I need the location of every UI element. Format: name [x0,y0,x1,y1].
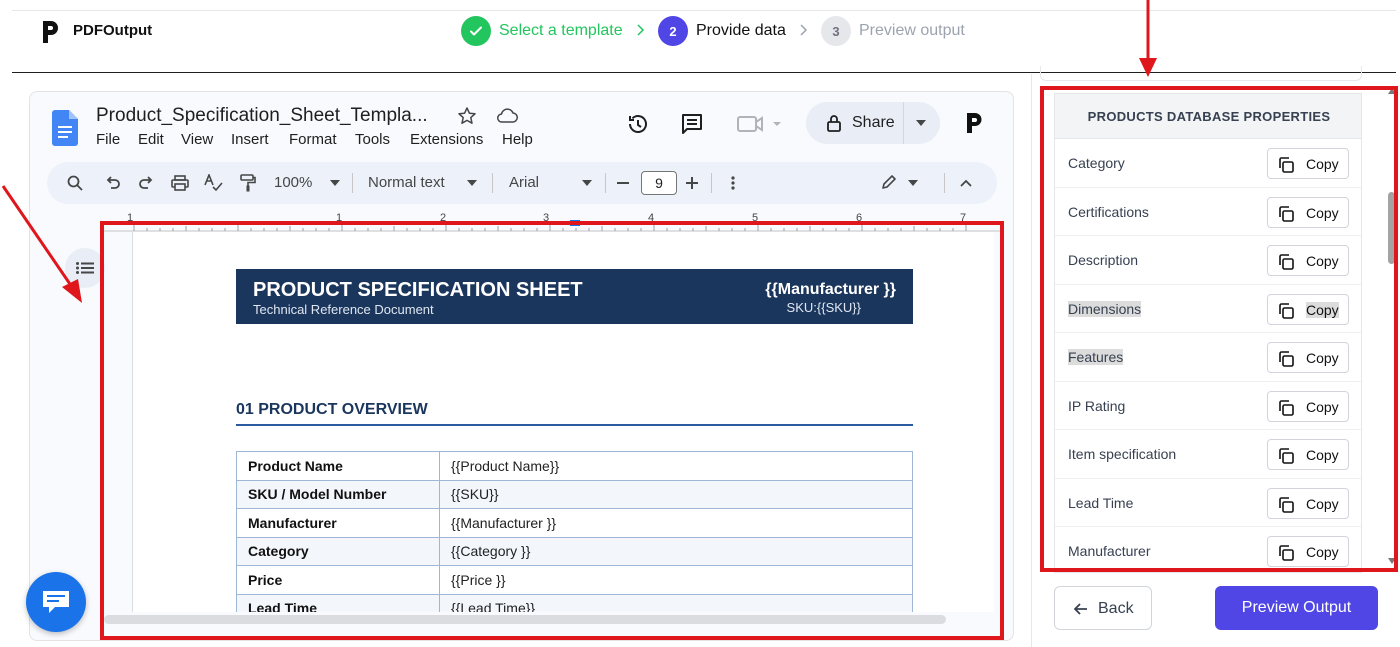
step-provide-data[interactable]: 2 Provide data [658,16,786,46]
plus-icon[interactable] [686,177,698,189]
menu-tools[interactable]: Tools [355,131,390,148]
divider [492,173,493,193]
menu-insert[interactable]: Insert [231,131,269,148]
pdfoutput-logo-icon [37,18,63,46]
video-call-icon[interactable] [736,113,784,135]
chat-icon [43,591,69,613]
menu-view[interactable]: View [181,131,213,148]
annotation-box-document [100,221,1004,640]
preview-label: Preview Output [1241,599,1352,616]
divider [605,173,606,193]
share-button[interactable]: Share [806,102,940,144]
chevron-right-icon [800,24,808,36]
divider [944,173,945,193]
step-label: Preview output [859,22,965,39]
back-label: Back [1098,600,1134,617]
google-docs-icon [52,110,78,146]
menu-edit[interactable]: Edit [138,131,164,148]
step-number: 2 [658,16,688,46]
divider [903,102,904,144]
spellcheck-icon[interactable] [204,174,224,192]
preview-output-button[interactable]: Preview Output [1215,586,1378,630]
annotation-arrow-icon [1139,0,1157,77]
step-label: Provide data [696,22,786,39]
more-options-icon[interactable] [731,176,735,190]
check-icon [461,16,491,46]
zoom-select[interactable]: 100% [274,174,312,191]
step-label: Select a template [499,22,623,39]
annotation-arrow-icon [1,185,82,303]
paint-format-icon[interactable] [239,174,257,192]
redo-icon[interactable] [138,176,154,190]
step-select-template[interactable]: Select a template [461,16,623,46]
menu-file[interactable]: File [96,131,120,148]
lock-icon [827,115,841,132]
edit-mode-icon[interactable] [881,174,897,190]
star-icon[interactable] [457,106,477,126]
arrow-left-icon [1074,603,1087,615]
divider [352,173,353,193]
minus-icon[interactable] [617,182,629,184]
chevron-down-icon[interactable] [582,180,592,186]
panel-top-edge [1040,66,1362,81]
chevron-down-icon[interactable] [908,180,918,186]
undo-icon[interactable] [105,176,121,190]
comment-icon[interactable] [680,112,704,136]
paragraph-style-select[interactable]: Normal text [368,174,445,191]
annotation-box-properties [1040,86,1398,572]
chevron-down-icon[interactable] [467,180,477,186]
history-icon[interactable] [626,112,650,136]
menu-format[interactable]: Format [289,131,337,148]
chat-support-button[interactable] [26,572,86,632]
chevron-down-icon[interactable] [330,180,340,186]
chevron-up-icon[interactable] [960,179,972,187]
font-select[interactable]: Arial [509,174,539,191]
menu-help[interactable]: Help [502,131,533,148]
docs-toolbar: 100% Normal text Arial 9 [47,162,997,204]
menu-extensions[interactable]: Extensions [410,131,483,148]
document-title[interactable]: Product_Specification_Sheet_Templa... [96,105,428,127]
step-number: 3 [821,16,851,46]
chevron-down-icon[interactable] [916,120,926,126]
app-name: PDFOutput [73,22,153,39]
pdfoutput-addon-icon[interactable] [964,111,986,135]
divider [711,173,712,193]
cloud-icon[interactable] [496,108,518,124]
share-label: Share [852,114,895,131]
chevron-right-icon [637,24,645,36]
font-size-input[interactable]: 9 [641,171,677,195]
print-icon[interactable] [171,175,189,191]
step-preview-output[interactable]: 3 Preview output [821,16,965,46]
back-button[interactable]: Back [1054,586,1152,630]
